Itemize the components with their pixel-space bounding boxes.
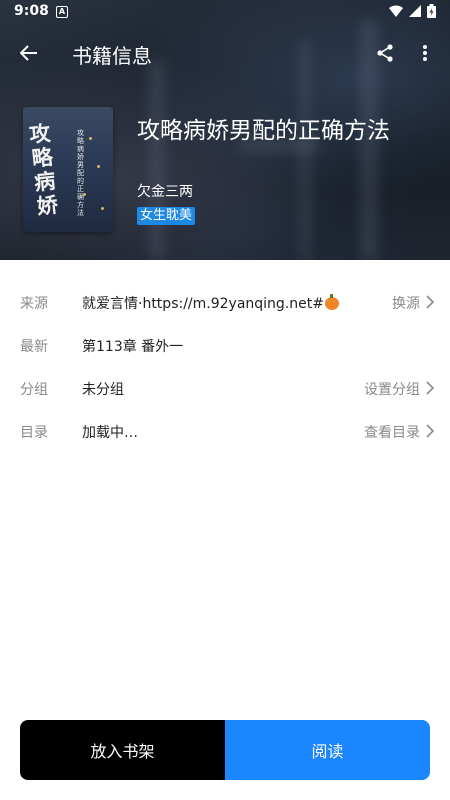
back-arrow-icon [20, 45, 37, 61]
more-vert-icon [423, 45, 427, 61]
back-button[interactable] [14, 38, 44, 68]
status-bar: 9:08 A [0, 0, 450, 24]
source-row[interactable]: 来源 就爱言情·https://m.92yanqing.net# 换源 [0, 281, 450, 324]
set-group-action[interactable]: 设置分组 [364, 379, 420, 399]
page-title: 书籍信息 [72, 44, 152, 68]
more-button[interactable] [410, 38, 440, 68]
app-bar: 书籍信息 [0, 28, 450, 78]
wifi-icon [389, 5, 403, 17]
category-tag: 女生耽美 [137, 207, 196, 225]
row-label: 分组 [20, 382, 48, 398]
row-label: 目录 [20, 425, 48, 441]
row-value: 加载中… [82, 425, 138, 441]
read-button[interactable]: 阅读 [225, 720, 430, 780]
row-label: 来源 [20, 296, 48, 312]
chevron-right-icon [426, 381, 435, 395]
share-button[interactable] [370, 38, 400, 68]
book-author[interactable]: 欠金三两 [137, 181, 193, 201]
chevron-right-icon [426, 424, 435, 438]
row-label: 最新 [20, 339, 48, 355]
status-time: 9:08 [14, 3, 49, 19]
book-cover[interactable]: 攻略病娇 攻略病娇男配的正确方法 [23, 107, 113, 232]
row-value: 未分组 [82, 382, 124, 398]
cover-subtitle: 攻略病娇男配的正确方法 [77, 129, 84, 217]
notification-icon: A [56, 6, 68, 18]
add-to-shelf-button[interactable]: 放入书架 [20, 720, 225, 780]
book-title: 攻略病娇男配的正确方法 [137, 118, 390, 144]
toc-row[interactable]: 目录 加载中… 查看目录 [0, 410, 450, 453]
group-row[interactable]: 分组 未分组 设置分组 [0, 367, 450, 410]
cover-title: 攻略病娇 [27, 120, 60, 219]
latest-chapter-row: 最新 第113章 番外一 [0, 324, 450, 367]
battery-icon [427, 4, 436, 18]
change-source-action[interactable]: 换源 [392, 293, 420, 313]
row-value: 第113章 番外一 [82, 339, 184, 355]
chevron-right-icon [426, 295, 435, 309]
pumpkin-icon [324, 294, 339, 310]
row-value: 就爱言情·https://m.92yanqing.net# [82, 293, 339, 313]
view-toc-action[interactable]: 查看目录 [364, 422, 420, 442]
bottom-action-bar: 放入书架 阅读 [20, 720, 430, 780]
status-indicators [389, 4, 436, 18]
share-icon [377, 44, 393, 62]
signal-icon [409, 5, 421, 17]
